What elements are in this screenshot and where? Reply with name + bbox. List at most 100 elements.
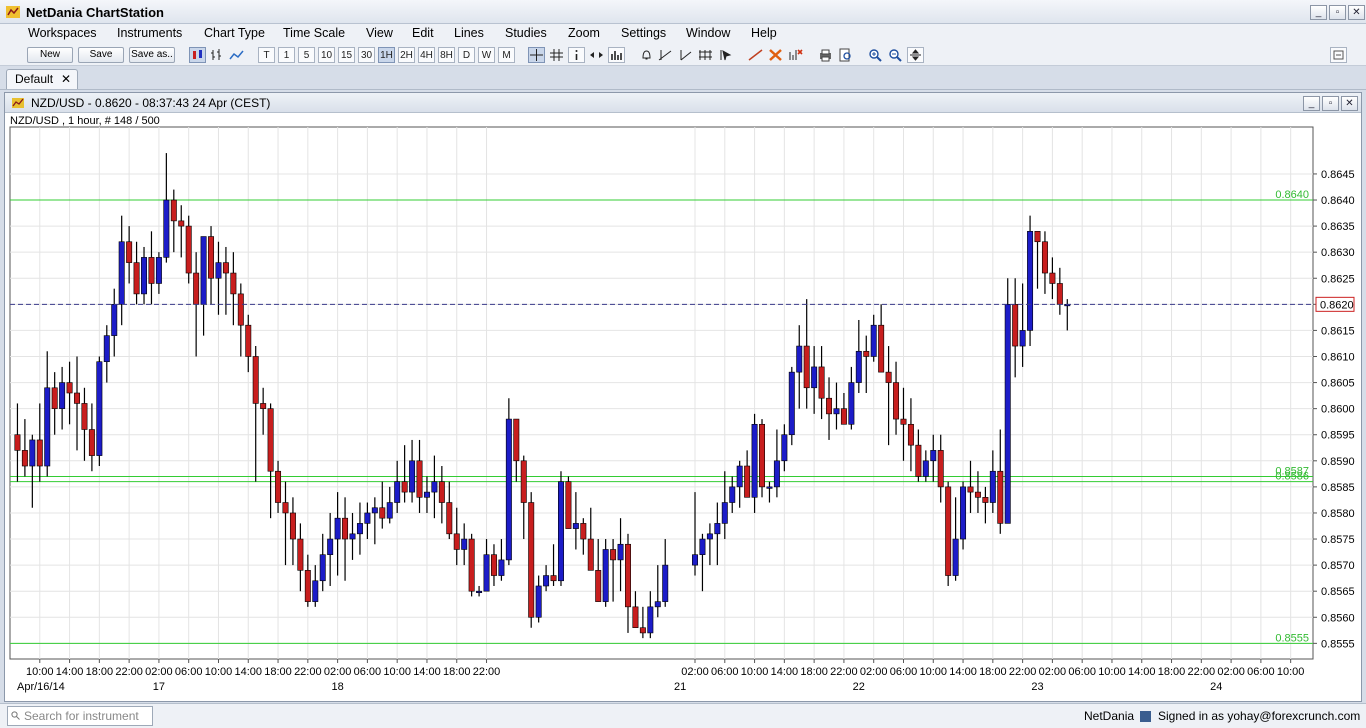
menu-settings[interactable]: Settings [621,26,666,40]
timeframe-m[interactable]: M [498,47,515,63]
x-tick-label: 02:00 [145,666,173,678]
timeframe-8h[interactable]: 8H [438,47,455,63]
candle-body [848,382,855,425]
candle-body [572,523,579,529]
ray-line-icon[interactable] [677,47,694,63]
candle-body [297,538,304,571]
scroll-arrows-icon[interactable] [588,47,605,63]
delete-studies-icon[interactable] [787,47,804,63]
candle-body [490,554,497,576]
candle-body [342,517,349,540]
x-tick-label: 06:00 [890,666,918,678]
candle-body [520,460,527,503]
minimize-button[interactable]: _ [1310,5,1327,20]
timeframe-d[interactable]: D [458,47,475,63]
y-tick-label: 0.8635 [1321,221,1355,233]
candle-body [327,538,334,555]
menu-zoom[interactable]: Zoom [568,26,600,40]
x-tick-label: 14:00 [56,666,84,678]
candle-body [88,429,95,456]
delete-lines-icon[interactable] [767,47,784,63]
candle-body [803,345,810,389]
bar-chart-icon[interactable] [208,47,225,63]
timeframe-2h[interactable]: 2H [398,47,415,63]
workspace-tab-default[interactable]: Default ✕ [6,69,78,89]
chart-minimize-button[interactable]: _ [1303,96,1320,111]
menu-chart-type[interactable]: Chart Type [204,26,265,40]
line-chart-icon[interactable] [228,47,245,63]
candle-body [170,199,177,222]
candle-body [1034,231,1041,243]
menu-time-scale[interactable]: Time Scale [283,26,345,40]
candle-body [982,497,989,503]
timeframe-1h[interactable]: 1H [378,47,395,63]
draw-line-icon[interactable] [747,47,764,63]
price-chart[interactable]: NZD/USD , 1 hour, # 148 / 500 0.8555 0.856… [5,113,1361,701]
timeframe-10[interactable]: 10 [318,47,335,63]
y-tick-label: 0.8625 [1321,273,1355,285]
candle-body [855,350,862,383]
chart-maximize-button[interactable]: ▫ [1322,96,1339,111]
menu-view[interactable]: View [366,26,393,40]
menu-edit[interactable]: Edit [412,26,434,40]
horizontal-level-label: 0.8555 [1275,632,1309,644]
app-logo-icon [6,6,20,18]
app-title-bar: NetDania ChartStation _ ▫ ✕ [0,0,1366,24]
y-tick-label: 0.8605 [1321,378,1355,390]
chart-close-button[interactable]: ✕ [1341,96,1358,111]
y-tick-label: 0.8595 [1321,430,1355,442]
x-tick-label: 18:00 [1158,666,1186,678]
candle-body [595,570,602,602]
print-icon[interactable] [817,47,834,63]
candle-body [744,465,751,498]
print-preview-icon[interactable] [837,47,854,63]
candle-body [610,549,617,561]
candle-body [364,512,371,524]
info-icon[interactable] [568,47,585,63]
fibonacci-icon[interactable] [697,47,714,63]
date-label: 21 [674,681,686,693]
save-as-button[interactable]: Save as.. [129,47,175,63]
candlestick-chart-icon[interactable] [189,47,206,63]
candle-body [997,470,1004,524]
date-label: 18 [331,681,343,693]
candle-body [208,236,215,279]
bell-alert-icon[interactable] [638,47,655,63]
menu-window[interactable]: Window [686,26,730,40]
trendline-icon[interactable] [657,47,674,63]
maximize-button[interactable]: ▫ [1329,5,1346,20]
timeframe-w[interactable]: W [478,47,495,63]
panel-toggle-icon[interactable] [1330,47,1347,63]
candle-body [126,241,133,263]
x-tick-label: 10:00 [1277,666,1305,678]
menu-studies[interactable]: Studies [505,26,547,40]
new-button[interactable]: New [27,47,73,63]
candle-body [289,512,296,540]
chart-window-controls: _ ▫ ✕ [1301,95,1358,111]
candle-body [356,523,363,535]
date-label: 22 [853,681,865,693]
cursor-icon[interactable] [717,47,734,63]
timeframe-4h[interactable]: 4H [418,47,435,63]
close-button[interactable]: ✕ [1348,5,1365,20]
timeframe-30[interactable]: 30 [358,47,375,63]
candle-body [1027,231,1034,331]
timeframe-1[interactable]: 1 [278,47,295,63]
instrument-search-input[interactable] [7,706,153,726]
menu-help[interactable]: Help [751,26,777,40]
crosshair-icon[interactable] [528,47,545,63]
timeframe-5[interactable]: 5 [298,47,315,63]
menu-instruments[interactable]: Instruments [117,26,182,40]
zoom-in-icon[interactable] [867,47,884,63]
timeframe-15[interactable]: 15 [338,47,355,63]
volume-icon[interactable] [608,47,625,63]
timeframe-t[interactable]: T [258,47,275,63]
menu-lines[interactable]: Lines [454,26,484,40]
close-icon[interactable]: ✕ [61,70,71,88]
grid-icon[interactable] [548,47,565,63]
save-button[interactable]: Save [78,47,124,63]
candle-body [796,345,803,373]
fit-chart-icon[interactable] [907,47,924,63]
menu-workspaces[interactable]: Workspaces [28,26,97,40]
zoom-out-icon[interactable] [887,47,904,63]
